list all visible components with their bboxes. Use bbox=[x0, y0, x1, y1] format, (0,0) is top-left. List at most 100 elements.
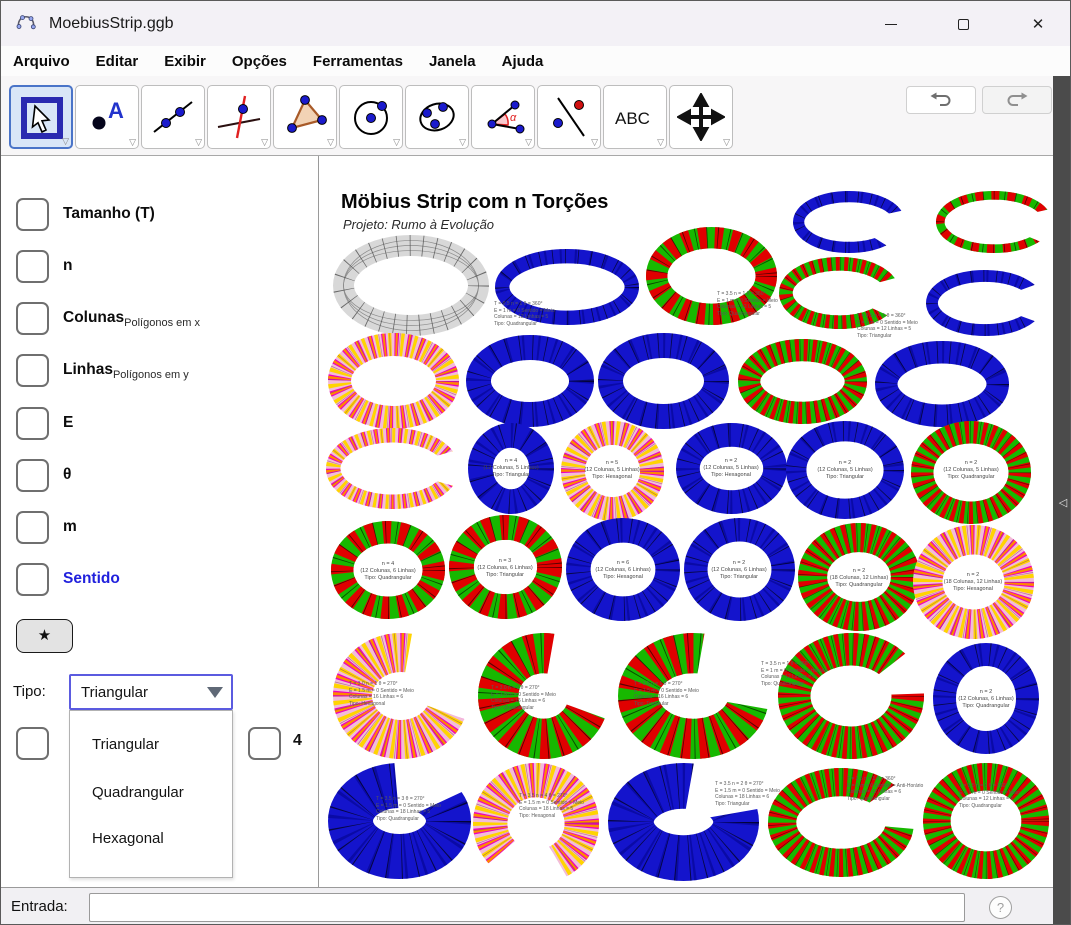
tool-dropdown-arrow-icon[interactable]: ▽ bbox=[327, 137, 334, 148]
moebius-strip-blue-32[interactable] bbox=[606, 761, 761, 883]
checkbox-7[interactable] bbox=[16, 563, 49, 596]
checkbox-2[interactable] bbox=[16, 302, 49, 335]
moebius-strip-stripes-28[interactable] bbox=[776, 631, 926, 761]
strip-center-label-5: n = 2(12 Colunas, 5 Linhas)Tipo: Quadran… bbox=[921, 460, 1021, 481]
moebius-strip-stripes-34[interactable] bbox=[921, 761, 1051, 881]
checkbox-6[interactable] bbox=[16, 511, 49, 544]
menu-item-editar[interactable]: Editar bbox=[96, 53, 139, 70]
checkbox-row-θ: θ bbox=[1, 459, 319, 499]
tool-point-button[interactable]: A▽ bbox=[75, 85, 139, 149]
checkbox-row-m: m bbox=[1, 511, 319, 551]
point-icon: A bbox=[83, 93, 131, 141]
tipo-option-quadrangular[interactable]: Quadrangular bbox=[92, 784, 184, 801]
tool-perpendicular-button[interactable]: ▽ bbox=[207, 85, 271, 149]
input-help-button[interactable]: ? bbox=[989, 896, 1012, 919]
moebius-strip-blue-12[interactable] bbox=[873, 339, 1011, 429]
perpendicular-icon bbox=[215, 93, 263, 141]
tool-dropdown-arrow-icon[interactable]: ▽ bbox=[459, 137, 466, 148]
strip-center-label-10: n = 2(18 Colunas, 12 Linhas)Tipo: Quadra… bbox=[809, 568, 909, 589]
tool-dropdown-arrow-icon[interactable]: ▽ bbox=[525, 137, 532, 148]
moebius-strip-blue-4[interactable] bbox=[791, 189, 907, 255]
checkbox-5[interactable] bbox=[16, 459, 49, 492]
conic-icon bbox=[413, 93, 461, 141]
bottom-right-checkbox[interactable] bbox=[248, 727, 281, 760]
title-bar: MoebiusStrip.ggb ✕ bbox=[1, 1, 1071, 46]
tipo-option-hexagonal[interactable]: Hexagonal bbox=[92, 830, 164, 847]
strip-annotation-2: T = 3.5 n = 1 θ = 360°E = 1 m = 0 Sentid… bbox=[717, 291, 778, 317]
redo-button[interactable] bbox=[982, 86, 1052, 114]
moebius-strip-wire-1[interactable] bbox=[331, 233, 491, 338]
tool-text-button[interactable]: ABC▽ bbox=[603, 85, 667, 149]
toolbar: ? ⚙ ▽A▽▽▽▽▽▽α▽▽ABC▽▽ bbox=[1, 76, 1071, 156]
checkbox-4[interactable] bbox=[16, 407, 49, 440]
moebius-strip-pink-13[interactable] bbox=[324, 426, 461, 511]
tool-dropdown-arrow-icon[interactable]: ▽ bbox=[591, 137, 598, 148]
tool-move-button[interactable]: ▽ bbox=[9, 85, 73, 149]
svg-text:α: α bbox=[510, 112, 517, 124]
tipo-option-triangular[interactable]: Triangular bbox=[92, 736, 159, 753]
tool-reflect-button[interactable]: ▽ bbox=[537, 85, 601, 149]
tool-move-view-button[interactable]: ▽ bbox=[669, 85, 733, 149]
tool-dropdown-arrow-icon[interactable]: ▽ bbox=[393, 137, 400, 148]
undo-icon bbox=[928, 92, 954, 108]
checkbox-row-e: E bbox=[1, 407, 319, 447]
tool-dropdown-arrow-icon[interactable]: ▽ bbox=[195, 137, 202, 148]
menu-item-arquivo[interactable]: Arquivo bbox=[13, 53, 70, 70]
menu-item-exibir[interactable]: Exibir bbox=[164, 53, 206, 70]
maximize-button[interactable] bbox=[946, 11, 980, 37]
minimize-button[interactable] bbox=[874, 11, 908, 37]
strip-center-label-9: n = 2(12 Colunas, 6 Linhas)Tipo: Triangu… bbox=[689, 560, 789, 581]
tipo-dropdown[interactable]: Triangular bbox=[69, 674, 233, 710]
moebius-strip-pink-31[interactable] bbox=[471, 761, 601, 886]
tool-angle-button[interactable]: α▽ bbox=[471, 85, 535, 149]
moebius-strip-blue-10[interactable] bbox=[596, 331, 731, 431]
menu-item-opcoes[interactable]: Opções bbox=[232, 53, 287, 70]
tool-line-button[interactable]: ▽ bbox=[141, 85, 205, 149]
input-label: Entrada: bbox=[11, 898, 68, 915]
moebius-strip-checker-5[interactable] bbox=[934, 189, 1053, 255]
graphics3d-canvas[interactable]: Möbius Strip com n Torções Projeto: Rumo… bbox=[319, 183, 1053, 887]
polygon-icon bbox=[281, 93, 329, 141]
collapse-panel-arrow[interactable]: ◁ bbox=[1054, 494, 1071, 512]
checkbox-row-sentido: Sentido bbox=[1, 563, 319, 603]
moebius-strip-stripes-11[interactable] bbox=[736, 337, 869, 426]
moebius-strip-blue-9[interactable] bbox=[464, 333, 596, 429]
strip-annotation-11: T = 3.5 n = 1 θ = 360°E = 1 m = 0 Sentid… bbox=[847, 776, 923, 802]
checkbox-0[interactable] bbox=[16, 198, 49, 231]
tool-conic-button[interactable]: ▽ bbox=[405, 85, 469, 149]
tool-dropdown-arrow-icon[interactable]: ▽ bbox=[657, 137, 664, 148]
geogebra-logo-icon bbox=[15, 13, 37, 35]
strip-center-label-11: n = 2(18 Colunas, 12 Linhas)Tipo: Hexago… bbox=[923, 572, 1023, 593]
tool-circle-button[interactable]: ▽ bbox=[339, 85, 403, 149]
checkbox-row-n: n bbox=[1, 250, 319, 290]
checkbox-label: θ bbox=[63, 466, 71, 484]
moebius-strip-pink-8[interactable] bbox=[326, 331, 461, 431]
tool-dropdown-arrow-icon[interactable]: ▽ bbox=[261, 137, 268, 148]
checkbox-3[interactable] bbox=[16, 354, 49, 387]
menu-bar: Arquivo Editar Exibir Opções Ferramentas Jane… bbox=[1, 46, 1071, 76]
star-button[interactable]: ★ bbox=[16, 619, 73, 653]
tool-dropdown-arrow-icon[interactable]: ▽ bbox=[129, 137, 136, 148]
checkbox-1[interactable] bbox=[16, 250, 49, 283]
reflect-icon bbox=[545, 93, 593, 141]
strip-center-label-12: n = 2(12 Colunas, 6 Linhas)Tipo: Quadran… bbox=[936, 689, 1036, 710]
tool-dropdown-arrow-icon[interactable]: ▽ bbox=[723, 137, 730, 148]
close-button[interactable]: ✕ bbox=[1021, 11, 1055, 37]
close-icon: ✕ bbox=[1032, 17, 1045, 32]
bottom-left-checkbox[interactable] bbox=[16, 727, 49, 760]
checkbox-row-linhas: LinhasPolígonos em y bbox=[1, 354, 319, 394]
tool-dropdown-arrow-icon[interactable]: ▽ bbox=[62, 136, 69, 147]
value-4-label: 4 bbox=[293, 732, 302, 750]
moebius-strip-blue-7[interactable] bbox=[924, 268, 1046, 338]
graphics3d-view-panel[interactable]: Möbius Strip com n Torções Projeto: Rumo… bbox=[319, 156, 1053, 887]
checkbox-label: Tamanho (T) bbox=[63, 205, 155, 223]
algebra-input[interactable] bbox=[89, 893, 965, 922]
undo-button[interactable] bbox=[906, 86, 976, 114]
menu-item-ajuda[interactable]: Ajuda bbox=[502, 53, 544, 70]
menu-item-janela[interactable]: Janela bbox=[429, 53, 476, 70]
menu-item-ferramentas[interactable]: Ferramentas bbox=[313, 53, 403, 70]
chevron-down-icon bbox=[207, 687, 223, 698]
canvas-subtitle: Projeto: Rumo à Evolução bbox=[343, 217, 494, 232]
tool-polygon-button[interactable]: ▽ bbox=[273, 85, 337, 149]
strip-center-label-4: n = 2(12 Colunas, 5 Linhas)Tipo: Triangu… bbox=[795, 460, 895, 481]
